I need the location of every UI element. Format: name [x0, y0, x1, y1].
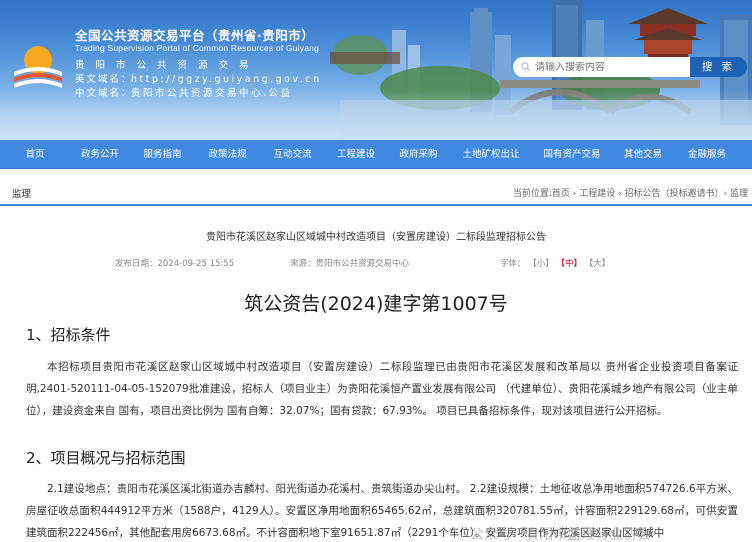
- chinese-domain-value[interactable]: 贵阳市公共资源交易中心.公益: [131, 88, 293, 99]
- nav-item-procurement[interactable]: 政府采购: [387, 140, 450, 169]
- search-box[interactable]: [513, 57, 691, 77]
- article-title: 贵阳市花溪区赵家山区域城中村改造项目（安置房建设）二标段监理招标公告: [206, 232, 546, 243]
- font-size-small[interactable]: 【小】: [528, 259, 554, 269]
- search-button[interactable]: 搜 索: [690, 57, 747, 77]
- nav-item-gov-affairs[interactable]: 政务公开: [70, 140, 130, 169]
- main-nav: 首页 政务公开 服务指南 政策法规 互动交流 工程建设 政府采购 土地矿权出让 …: [0, 140, 752, 169]
- nav-item-home[interactable]: 首页: [0, 140, 70, 169]
- section-label[interactable]: 监理: [12, 186, 31, 200]
- breadcrumb-bar: 监理 当前位置:首页 › 工程建设 › 招标公告（投标邀请书）› 监理: [0, 178, 752, 206]
- english-domain: 英文域名：http://ggzy.guiyang.gov.cn: [75, 71, 322, 85]
- site-subtitle: Trading Supervision Portal of Common Res…: [75, 43, 320, 53]
- search-icon: [521, 62, 531, 72]
- nav-item-construction[interactable]: 工程建设: [325, 140, 387, 169]
- article-source: 来源：贵阳市公共资源交易中心: [290, 259, 410, 269]
- font-size-switcher: 字体： 【小】 【中】 【大】: [500, 257, 610, 269]
- header-banner: 全国公共资源交易平台（贵州省·贵阳市） Trading Supervision …: [0, 0, 752, 140]
- english-domain-label: 英文域名：: [75, 74, 133, 85]
- site-title: 全国公共资源交易平台（贵州省·贵阳市）: [75, 28, 315, 43]
- document-number: 筑公资告(2024)建字第1007号: [244, 293, 508, 315]
- section-heading-project-overview: 2、项目概况与招标范围: [26, 449, 186, 467]
- section-body-bidding-conditions: 本招标项目贵阳市花溪区赵家山区域城中村改造项目（安置房建设）二标段监理已由贵阳市…: [26, 361, 738, 417]
- english-domain-value[interactable]: http://ggzy.guiyang.gov.cn: [131, 74, 322, 85]
- nav-item-state-assets[interactable]: 国有资产交易: [532, 140, 612, 169]
- nav-item-other-trade[interactable]: 其他交易: [612, 140, 674, 169]
- publish-date: 发布日期：2024-09-25 15:55: [115, 259, 235, 269]
- wechat-watermark: 公众号 · 贵阳市监理行业协会: [470, 527, 652, 542]
- search-input[interactable]: [535, 61, 685, 73]
- nav-item-finance[interactable]: 金融服务: [674, 140, 740, 169]
- nav-item-policy[interactable]: 政策法规: [195, 140, 260, 169]
- chinese-domain: 中文域名：贵阳市公共资源交易中心.公益: [75, 85, 293, 99]
- chinese-domain-label: 中文域名：: [75, 88, 133, 99]
- nav-item-service-guide[interactable]: 服务指南: [130, 140, 195, 169]
- font-size-medium[interactable]: 【中】: [556, 259, 582, 269]
- section-heading-bidding-conditions: 1、招标条件: [26, 326, 111, 344]
- nav-item-land-mining[interactable]: 土地矿权出让: [450, 140, 532, 169]
- breadcrumb[interactable]: 当前位置:首页 › 工程建设 › 招标公告（投标邀请书）› 监理: [513, 186, 748, 199]
- font-size-large[interactable]: 【大】: [585, 259, 611, 269]
- nav-item-interaction[interactable]: 互动交流: [260, 140, 325, 169]
- site-logo-icon: [14, 46, 62, 88]
- site-cn-name: 贵阳市公共资源交易: [75, 60, 260, 71]
- font-size-label: 字体：: [500, 259, 526, 269]
